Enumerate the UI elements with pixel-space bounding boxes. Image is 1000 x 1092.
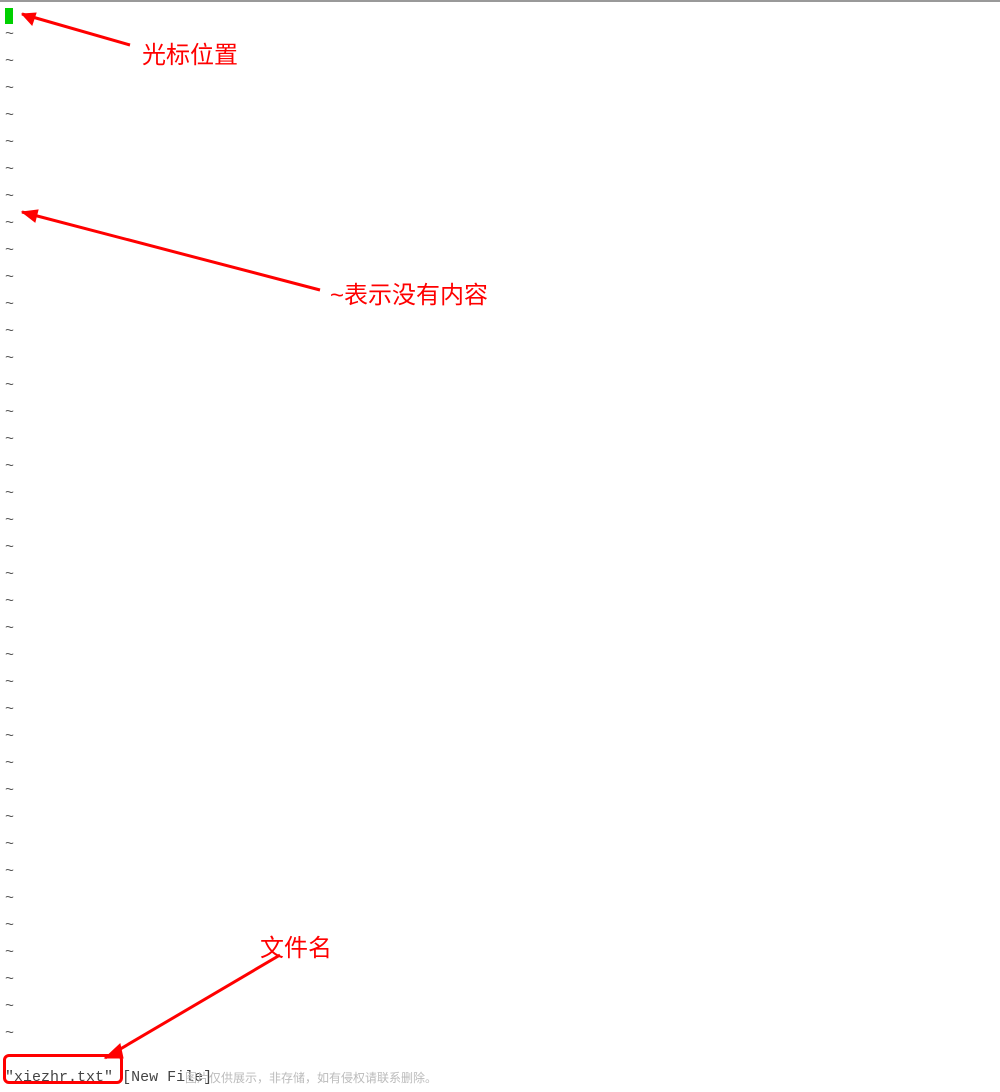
tilde-line: ~ xyxy=(5,729,14,756)
tilde-line: ~ xyxy=(5,378,14,405)
status-flag: [New File] xyxy=(122,1069,212,1086)
tilde-line: ~ xyxy=(5,513,14,540)
tilde-line: ~ xyxy=(5,135,14,162)
tilde-line: ~ xyxy=(5,486,14,513)
tilde-line: ~ xyxy=(5,945,14,972)
tilde-line: ~ xyxy=(5,432,14,459)
tilde-line: ~ xyxy=(5,351,14,378)
tilde-line: ~ xyxy=(5,189,14,216)
tilde-line: ~ xyxy=(5,648,14,675)
tilde-line: ~ xyxy=(5,216,14,243)
tilde-line: ~ xyxy=(5,324,14,351)
tilde-line: ~ xyxy=(5,594,14,621)
tilde-line: ~ xyxy=(5,297,14,324)
tilde-line: ~ xyxy=(5,702,14,729)
tilde-line: ~ xyxy=(5,999,14,1026)
tilde-line: ~ xyxy=(5,837,14,864)
tilde-line: ~ xyxy=(5,540,14,567)
tilde-line: ~ xyxy=(5,972,14,999)
tilde-line: ~ xyxy=(5,81,14,108)
tilde-line: ~ xyxy=(5,27,14,54)
tilde-line: ~ xyxy=(5,162,14,189)
text-cursor xyxy=(5,8,13,24)
tilde-line: ~ xyxy=(5,918,14,945)
tilde-line: ~ xyxy=(5,621,14,648)
empty-line-markers: ~~~~~~~~~~~~~~~~~~~~~~~~~~~~~~~~~~~~~~ xyxy=(5,27,14,1053)
tilde-line: ~ xyxy=(5,108,14,135)
tilde-line: ~ xyxy=(5,405,14,432)
tilde-line: ~ xyxy=(5,864,14,891)
tilde-line: ~ xyxy=(5,54,14,81)
annotation-box-filename xyxy=(3,1054,123,1084)
tilde-line: ~ xyxy=(5,756,14,783)
tilde-line: ~ xyxy=(5,243,14,270)
tilde-line: ~ xyxy=(5,675,14,702)
vim-editor-area[interactable]: ~~~~~~~~~~~~~~~~~~~~~~~~~~~~~~~~~~~~~~ x… xyxy=(0,2,1000,1092)
tilde-line: ~ xyxy=(5,891,14,918)
tilde-line: ~ xyxy=(5,783,14,810)
tilde-line: ~ xyxy=(5,567,14,594)
tilde-line: ~ xyxy=(5,459,14,486)
tilde-line: ~ xyxy=(5,270,14,297)
tilde-line: ~ xyxy=(5,810,14,837)
tilde-line: ~ xyxy=(5,1026,14,1053)
